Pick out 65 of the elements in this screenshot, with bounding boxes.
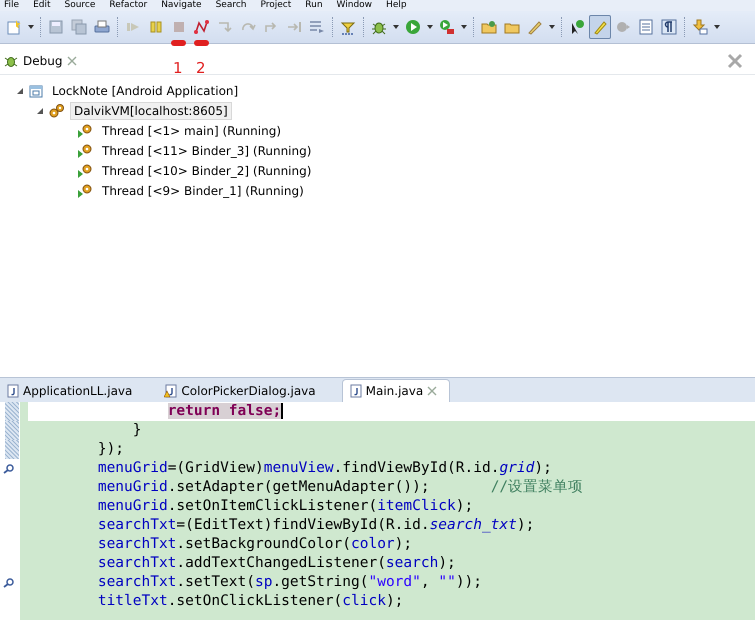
- menu-item[interactable]: Refactor: [109, 0, 148, 11]
- menu-item[interactable]: Edit: [33, 0, 50, 11]
- annotation-arrow-icon: [692, 19, 708, 35]
- step-into-icon: [217, 19, 233, 35]
- menu-item[interactable]: Window: [336, 0, 372, 11]
- code-line: menuGrid.setAdapter(getMenuAdapter()); //设置菜单项: [96, 478, 584, 497]
- menu-item[interactable]: Help: [386, 0, 407, 11]
- disconnect-icon: [194, 19, 210, 35]
- arrow-to-bar-icon: [286, 19, 302, 35]
- close-icon[interactable]: [67, 56, 78, 66]
- collapse-arrow-icon[interactable]: [36, 107, 44, 115]
- dropdown-arrow-icon[interactable]: [28, 25, 34, 29]
- marker-icon: [615, 19, 631, 35]
- brush-icon: [592, 19, 608, 35]
- debug-tab[interactable]: Debug: [4, 54, 78, 68]
- pause-icon: [148, 19, 164, 35]
- folder-icon: [481, 19, 497, 35]
- dropdown-arrow-icon[interactable]: [393, 25, 399, 29]
- annotation-number: 2: [196, 59, 206, 77]
- code-line: menuGrid.setOnItemClickListener(itemClick);: [96, 497, 474, 516]
- code-line: titleTxt.setOnClickListener(click);: [96, 592, 404, 611]
- stop-icon: [171, 19, 187, 35]
- collapse-arrow-icon[interactable]: [16, 87, 24, 95]
- editor-tab[interactable]: Main.java: [342, 379, 450, 402]
- tree-item[interactable]: Thread [<10> Binder_2] (Running): [98, 162, 316, 180]
- remove-all-icon[interactable]: [727, 53, 743, 69]
- menu-item[interactable]: Project: [260, 0, 292, 11]
- code-line: searchTxt=(EditText)findViewById(R.id.search_txt);: [96, 516, 534, 535]
- code-line: searchTxt.setText(sp.getString("word", ""));: [96, 573, 482, 592]
- new-file-icon: [6, 19, 22, 35]
- menu-item[interactable]: Navigate: [161, 0, 202, 11]
- pilcrow-icon: [661, 19, 677, 35]
- annotation-number: 1: [173, 59, 183, 77]
- pencil-icon: [527, 19, 543, 35]
- document-icon: [638, 19, 654, 35]
- tab-label: Debug: [23, 54, 62, 68]
- dropdown-arrow-icon[interactable]: [714, 25, 720, 29]
- dropdown-arrow-icon[interactable]: [461, 25, 467, 29]
- tree-item[interactable]: Thread [<11> Binder_3] (Running): [98, 142, 316, 160]
- external-tools-icon: [439, 19, 455, 35]
- tree-item[interactable]: Thread [<1> main] (Running): [98, 122, 286, 140]
- printer-icon: [94, 19, 110, 35]
- dropdown-arrow-icon[interactable]: [549, 25, 555, 29]
- bug-icon: [4, 54, 18, 68]
- menu-item[interactable]: Search: [216, 0, 246, 11]
- save-icon: [48, 19, 64, 35]
- code-line: }: [132, 421, 142, 440]
- tree-item[interactable]: LockNote [Android Application]: [48, 82, 242, 100]
- tree-item[interactable]: DalvikVM[localhost:8605]: [70, 102, 232, 120]
- code-line: menuGrid=(GridView)menuView.findViewById(R.id.grid);: [96, 459, 552, 478]
- menu-item[interactable]: Run: [305, 0, 323, 11]
- code-line: });: [96, 440, 124, 459]
- cursor-icon: [569, 19, 585, 35]
- editor-tab[interactable]: ColorPickerDialog.java: [158, 380, 328, 402]
- menu-item[interactable]: Source: [64, 0, 96, 11]
- code-line: searchTxt.setBackgroundColor(color);: [96, 535, 412, 554]
- editor-tab[interactable]: ApplicationLL.java: [0, 380, 144, 402]
- menu-item[interactable]: File: [4, 0, 20, 11]
- list-arrow-icon: [309, 19, 325, 35]
- code-line: searchTxt.addTextChangedListener(search);: [96, 554, 456, 573]
- tree-item[interactable]: Thread [<9> Binder_1] (Running): [98, 182, 308, 200]
- dropdown-arrow-icon[interactable]: [427, 25, 433, 29]
- save-all-icon: [71, 19, 87, 35]
- run-icon: [405, 19, 421, 35]
- close-icon[interactable]: [427, 386, 438, 396]
